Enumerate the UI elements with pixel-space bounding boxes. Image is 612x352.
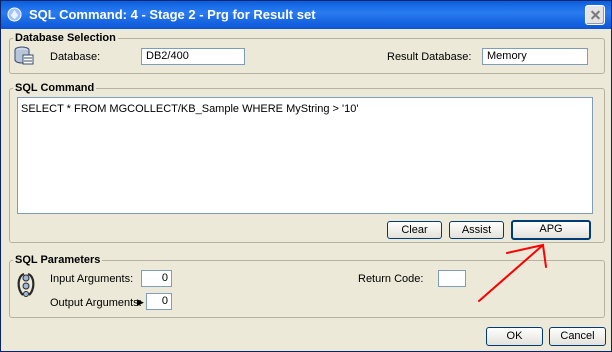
clear-button[interactable]: Clear [387, 221, 442, 239]
sql-parameters-heading: SQL Parameters [13, 254, 103, 266]
input-arguments-field[interactable]: 0 [141, 270, 172, 287]
window-title: SQL Command: 4 - Stage 2 - Prg for Resul… [29, 7, 316, 22]
close-button[interactable] [585, 5, 605, 25]
app-icon [7, 7, 22, 22]
database-selection-heading: Database Selection [13, 32, 118, 44]
database-label: Database: [50, 51, 101, 63]
output-arguments-label: Output Arguments: [50, 297, 142, 309]
sql-command-dialog: SQL Command: 4 - Stage 2 - Prg for Resul… [0, 0, 612, 352]
sql-command-input[interactable]: SELECT * FROM MGCOLLECT/KB_Sample WHERE … [17, 97, 593, 214]
output-arguments-field[interactable]: 0 [146, 293, 172, 310]
parameters-icon [17, 272, 35, 297]
return-code-field[interactable] [438, 270, 466, 287]
annotation-arrow-icon [478, 243, 547, 302]
title-bar[interactable]: SQL Command: 4 - Stage 2 - Prg for Resul… [1, 1, 611, 29]
pointer-icon: ▶ [137, 297, 144, 307]
ok-button[interactable]: OK [486, 327, 543, 346]
database-field[interactable]: DB2/400 [141, 48, 245, 65]
input-arguments-label: Input Arguments: [50, 273, 134, 285]
result-database-field[interactable]: Memory [482, 48, 588, 65]
sql-command-heading: SQL Command [13, 82, 97, 94]
return-code-label: Return Code: [358, 273, 424, 285]
cancel-button[interactable]: Cancel [549, 327, 606, 346]
result-database-label: Result Database: [387, 51, 472, 63]
database-icon [14, 46, 34, 65]
